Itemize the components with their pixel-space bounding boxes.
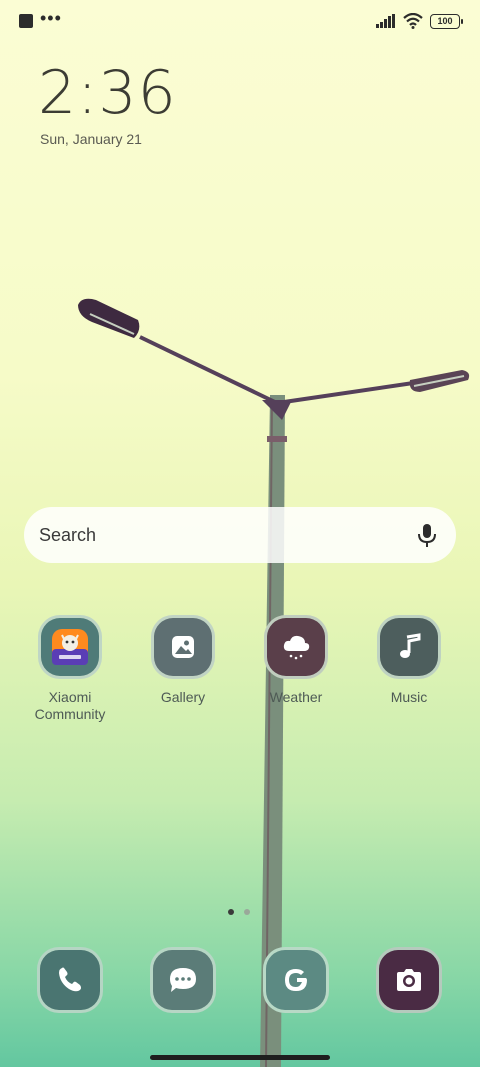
app-label: Gallery [160, 689, 206, 705]
app-label: Music [390, 689, 428, 705]
date-label[interactable]: Sun, January 21 [40, 131, 142, 147]
search-placeholder: Search [39, 525, 97, 545]
google-icon [285, 969, 307, 991]
app-xiaomi-community[interactable]: Xiaomi Community [20, 615, 120, 723]
microphone-icon[interactable] [414, 522, 440, 548]
notification-icon [19, 14, 33, 28]
page-indicator [228, 909, 250, 915]
app-label: Weather [269, 689, 323, 705]
status-bar: ••• 100 [0, 0, 480, 42]
dock-phone[interactable] [37, 947, 103, 1013]
clock-widget[interactable]: 2:36 [38, 58, 177, 128]
battery-icon: 100 [430, 13, 463, 29]
music-icon [377, 615, 441, 679]
camera-icon [397, 969, 421, 991]
signal-icon [376, 14, 395, 28]
search-bar[interactable]: Search [24, 507, 456, 563]
xiaomi-community-icon [38, 615, 102, 679]
gallery-icon [151, 615, 215, 679]
dock-messages[interactable] [150, 947, 216, 1013]
page-dot-active [228, 909, 234, 915]
app-gallery[interactable]: Gallery [133, 615, 233, 706]
dock-google[interactable] [263, 947, 329, 1013]
app-music[interactable]: Music [359, 615, 459, 706]
messages-icon [170, 968, 196, 992]
home-indicator[interactable] [150, 1055, 330, 1060]
page-dot [244, 909, 250, 915]
more-notifications-icon: ••• [40, 8, 62, 28]
weather-icon [264, 615, 328, 679]
app-weather[interactable]: Weather [246, 615, 346, 706]
app-label: Xiaomi Community [34, 689, 106, 722]
phone-icon [59, 967, 81, 992]
dock-camera[interactable] [376, 947, 442, 1013]
wifi-icon [403, 13, 423, 29]
